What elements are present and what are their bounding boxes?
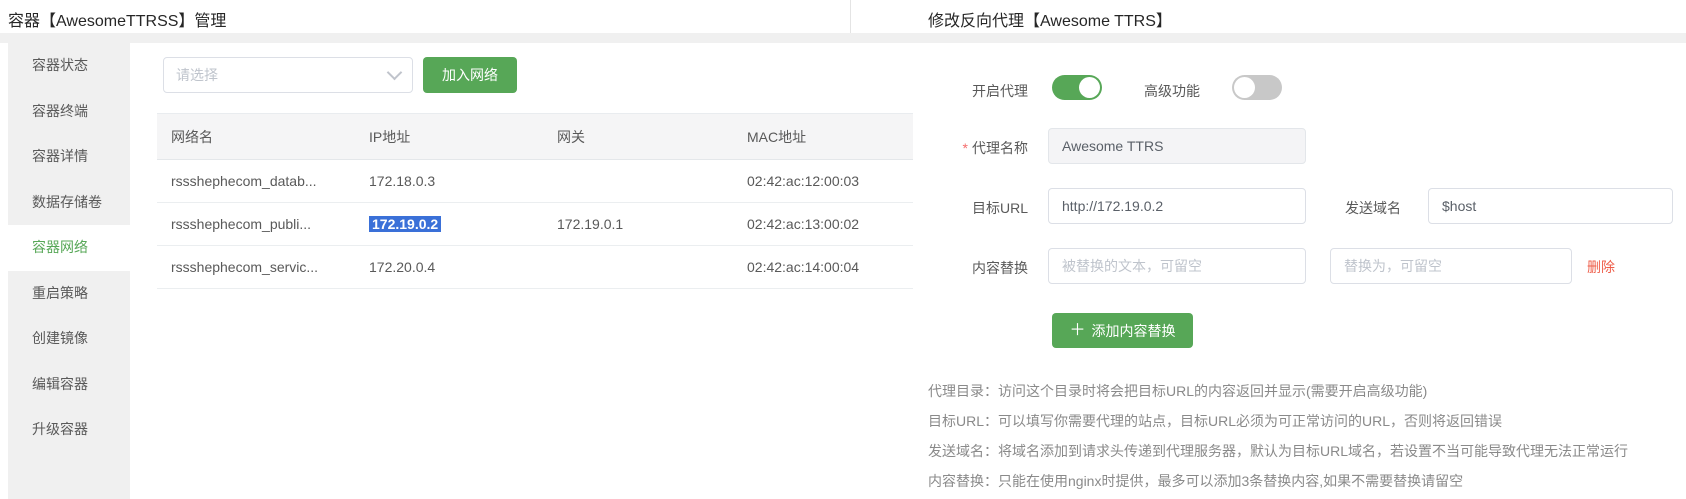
proxy-enabled-label: 开启代理: [860, 81, 1028, 101]
toggle-knob: [1079, 77, 1100, 98]
replace-with-input[interactable]: [1330, 248, 1572, 284]
background-strip: [0, 33, 1686, 43]
network-table: 网络名 IP地址 网关 MAC地址 rssshephecom_datab... …: [157, 113, 913, 289]
advanced-features-label: 高级功能: [1144, 81, 1200, 101]
cell-mac: 02:42:ac:12:00:03: [733, 173, 913, 189]
column-header-network-name: 网络名: [157, 127, 355, 147]
table-row[interactable]: rssshephecom_servic... 172.20.0.4 02:42:…: [157, 246, 913, 289]
table-row[interactable]: rssshephecom_publi... 172.19.0.2 172.19.…: [157, 203, 913, 246]
panel-divider: [850, 0, 851, 33]
toggle-knob: [1234, 77, 1255, 98]
network-select-placeholder: 请选择: [176, 65, 218, 85]
replace-search-input[interactable]: [1048, 248, 1306, 284]
left-panel-title: 容器【AwesomeTTRSS】管理: [8, 7, 226, 31]
cell-mac: 02:42:ac:13:00:02: [733, 216, 913, 232]
help-line-proxy-dir: 代理目录：访问这个目录时将会把目标URL的内容返回并显示(需要开启高级功能): [928, 376, 1628, 406]
help-text: 代理目录：访问这个目录时将会把目标URL的内容返回并显示(需要开启高级功能) 目…: [928, 376, 1628, 496]
sidebar: 容器状态 容器终端 容器详情 数据存储卷 容器网络 重启策略 创建镜像 编辑容器…: [8, 43, 130, 499]
target-url-label: 目标URL: [860, 198, 1028, 218]
help-line-target-url: 目标URL：可以填写你需要代理的站点，目标URL必须为可正常访问的URL，否则将…: [928, 406, 1628, 436]
delete-replace-link[interactable]: 删除: [1587, 257, 1615, 277]
required-asterisk: *: [963, 140, 968, 156]
table-row[interactable]: rssshephecom_datab... 172.18.0.3 02:42:a…: [157, 160, 913, 203]
network-select[interactable]: 请选择: [163, 57, 413, 93]
join-network-button[interactable]: 加入网络: [423, 57, 517, 93]
target-url-input[interactable]: [1048, 188, 1306, 224]
sidebar-item-upgrade-container[interactable]: 升级容器: [8, 407, 130, 453]
proxy-name-label-text: 代理名称: [972, 140, 1028, 156]
selected-ip-text: 172.19.0.2: [369, 216, 441, 232]
screen: 容器【AwesomeTTRSS】管理 修改反向代理【Awesome TTRS】 …: [0, 0, 1686, 499]
sidebar-item-container-terminal[interactable]: 容器终端: [8, 89, 130, 135]
chevron-down-icon: [387, 65, 403, 81]
cell-ip: 172.20.0.4: [355, 259, 543, 275]
proxy-enabled-toggle[interactable]: [1052, 75, 1102, 100]
sidebar-item-container-details[interactable]: 容器详情: [8, 134, 130, 180]
column-header-gateway: 网关: [543, 127, 733, 147]
cell-network-name: rssshephecom_publi...: [157, 216, 355, 232]
sidebar-item-restart-policy[interactable]: 重启策略: [8, 271, 130, 317]
sidebar-item-create-image[interactable]: 创建镜像: [8, 316, 130, 362]
add-content-replace-label: 添加内容替换: [1092, 321, 1176, 341]
content-replace-label: 内容替换: [860, 258, 1028, 278]
send-domain-label: 发送域名: [1345, 198, 1401, 218]
sidebar-item-data-volumes[interactable]: 数据存储卷: [8, 180, 130, 226]
send-domain-input[interactable]: [1428, 188, 1673, 224]
help-line-content-replace: 内容替换：只能在使用nginx时提供，最多可以添加3条替换内容,如果不需要替换请…: [928, 466, 1628, 496]
sidebar-item-container-network[interactable]: 容器网络: [8, 225, 130, 271]
cell-ip: 172.18.0.3: [355, 173, 543, 189]
table-header: 网络名 IP地址 网关 MAC地址: [157, 113, 913, 160]
right-panel-title: 修改反向代理【Awesome TTRS】: [928, 7, 1172, 31]
sidebar-item-container-status[interactable]: 容器状态: [8, 43, 130, 89]
sidebar-item-edit-container[interactable]: 编辑容器: [8, 362, 130, 408]
cell-ip: 172.19.0.2: [355, 216, 543, 232]
add-content-replace-button[interactable]: ＋ 添加内容替换: [1052, 313, 1193, 348]
cell-gateway: 172.19.0.1: [543, 216, 733, 232]
cell-network-name: rssshephecom_servic...: [157, 259, 355, 275]
proxy-name-label: *代理名称: [860, 138, 1028, 158]
column-header-ip: IP地址: [355, 127, 543, 147]
help-line-send-domain: 发送域名：将域名添加到请求头传递到代理服务器，默认为目标URL域名，若设置不当可…: [928, 436, 1628, 466]
cell-network-name: rssshephecom_datab...: [157, 173, 355, 189]
advanced-features-toggle[interactable]: [1232, 75, 1282, 100]
plus-icon: ＋: [1069, 323, 1085, 339]
proxy-name-input[interactable]: [1048, 128, 1306, 164]
